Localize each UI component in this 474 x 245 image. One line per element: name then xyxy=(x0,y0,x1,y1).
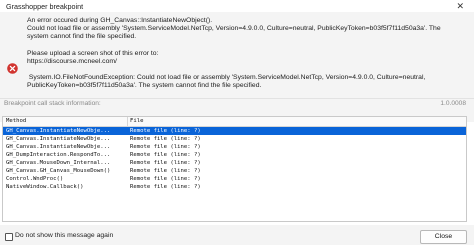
table-row[interactable]: GH_Canvas.InstantiateNewObje... Remote f… xyxy=(3,143,466,151)
file-cell: Remote file (line: ?) xyxy=(130,135,201,142)
file-cell: Remote file (line: ?) xyxy=(130,183,201,190)
window-title: Grasshopper breakpoint xyxy=(6,2,84,11)
message-line: System.IO.FileNotFoundException: Could n… xyxy=(27,74,426,82)
close-button[interactable]: Close xyxy=(420,230,467,244)
table-row[interactable]: GH_DumpInteraction.RespondTo... Remote f… xyxy=(3,151,466,159)
dont-show-label[interactable]: Do not show this message again xyxy=(15,232,113,239)
message-line: An error occured during GH_Canvas::Insta… xyxy=(27,17,213,24)
stack-section-header: Breakpoint call stack information: 1.0.0… xyxy=(0,98,474,109)
table-row[interactable]: GH_Canvas.InstantiateNewObje... Remote f… xyxy=(3,127,466,135)
message-line: Please upload a screen shot of this erro… xyxy=(27,49,159,57)
title-bar: Grasshopper breakpoint ✕ xyxy=(0,0,474,12)
method-cell: NativeWindow.Callback() xyxy=(6,183,84,190)
call-stack-table[interactable]: Method File GH_Canvas.InstantiateNewObje… xyxy=(2,116,467,222)
method-cell: GH_DumpInteraction.RespondTo... xyxy=(6,151,111,158)
table-header: Method File xyxy=(3,117,466,127)
file-cell: Remote file (line: ?) xyxy=(130,159,201,166)
column-divider[interactable] xyxy=(127,117,128,126)
method-cell: GH_Canvas.InstantiateNewObje... xyxy=(6,143,111,150)
close-icon[interactable]: ✕ xyxy=(456,1,464,12)
file-cell: Remote file (line: ?) xyxy=(130,127,201,134)
method-cell: GH_Canvas.MouseDown_Internal... xyxy=(6,159,111,166)
method-cell: Control.WndProc() xyxy=(6,175,64,182)
column-header-file[interactable]: File xyxy=(130,118,143,124)
dialog-footer: Do not show this message again Close xyxy=(0,225,474,245)
message-line: Could not load file or assembly 'System.… xyxy=(27,25,441,33)
file-cell: Remote file (line: ?) xyxy=(130,151,201,158)
dont-show-checkbox[interactable] xyxy=(5,233,13,241)
table-row[interactable]: Control.WndProc() Remote file (line: ?) xyxy=(3,175,466,183)
method-cell: GH_Canvas.InstantiateNewObje... xyxy=(6,135,111,142)
message-line: PublicKeyToken=b03f5f7f11d50a3a'. The sy… xyxy=(27,82,262,90)
table-row[interactable]: GH_Canvas.MouseDown_Internal... Remote f… xyxy=(3,159,466,167)
table-row[interactable]: GH_Canvas.InstantiateNewObje... Remote f… xyxy=(3,135,466,143)
section-label: Breakpoint call stack information: xyxy=(4,100,101,107)
error-message: An error occured during GH_Canvas::Insta… xyxy=(27,17,467,90)
method-cell: GH_Canvas.GH_Canvas_MouseDown() xyxy=(6,167,111,174)
table-row[interactable]: GH_Canvas.GH_Canvas_MouseDown() Remote f… xyxy=(3,167,466,175)
file-cell: Remote file (line: ?) xyxy=(130,175,201,182)
column-header-method[interactable]: Method xyxy=(6,118,26,124)
file-cell: Remote file (line: ?) xyxy=(130,167,201,174)
method-cell: GH_Canvas.InstantiateNewObje... xyxy=(6,127,111,134)
table-row[interactable]: NativeWindow.Callback() Remote file (lin… xyxy=(3,183,466,191)
message-link[interactable]: https://discourse.mcneel.com/ xyxy=(27,58,467,66)
file-cell: Remote file (line: ?) xyxy=(130,143,201,150)
message-line: system cannot find the file specified. xyxy=(27,33,137,41)
error-icon xyxy=(7,63,18,74)
version-label: 1.0.0008 xyxy=(440,100,466,107)
